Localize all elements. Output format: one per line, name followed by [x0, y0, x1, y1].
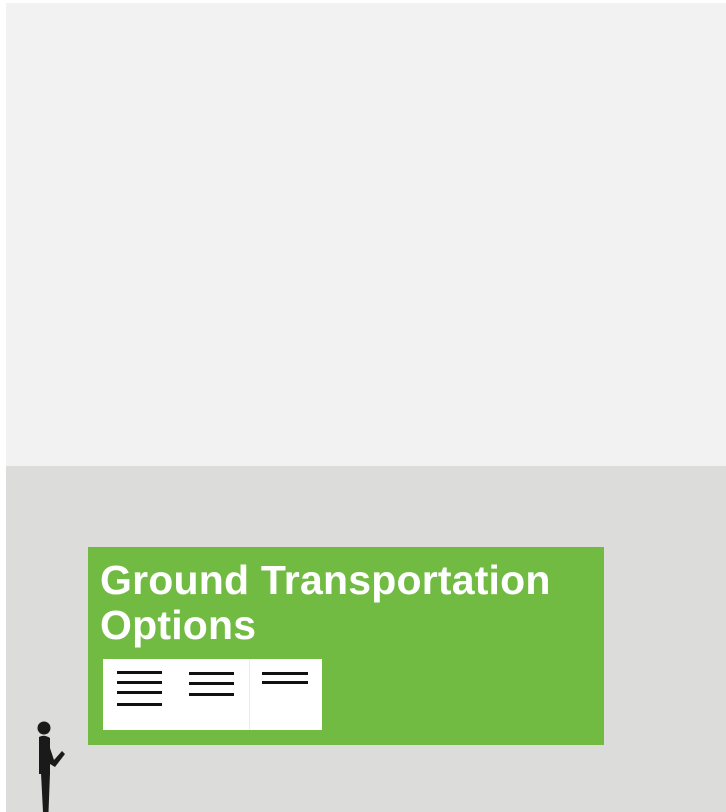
ceiling: [6, 3, 726, 466]
panel-column-1: [103, 659, 176, 730]
info-panel: [103, 659, 322, 730]
text-line-placeholder: [262, 672, 308, 675]
panel-column-3: [249, 659, 322, 730]
sign-title-line-1: Ground Transportation: [100, 557, 551, 603]
text-line-placeholder: [189, 672, 234, 675]
text-line-placeholder: [117, 671, 162, 674]
text-line-placeholder: [189, 693, 234, 696]
sign-title: Ground Transportation Options: [100, 558, 551, 648]
person-reading-icon: [37, 721, 65, 812]
sign-title-line-2: Options: [100, 602, 257, 648]
text-line-placeholder: [189, 682, 234, 685]
wayfinding-sign: Ground Transportation Options: [88, 547, 604, 745]
text-line-placeholder: [117, 703, 162, 706]
text-line-placeholder: [262, 681, 308, 684]
text-line-placeholder: [117, 691, 162, 694]
text-line-placeholder: [117, 681, 162, 684]
panel-column-2: [176, 659, 249, 730]
